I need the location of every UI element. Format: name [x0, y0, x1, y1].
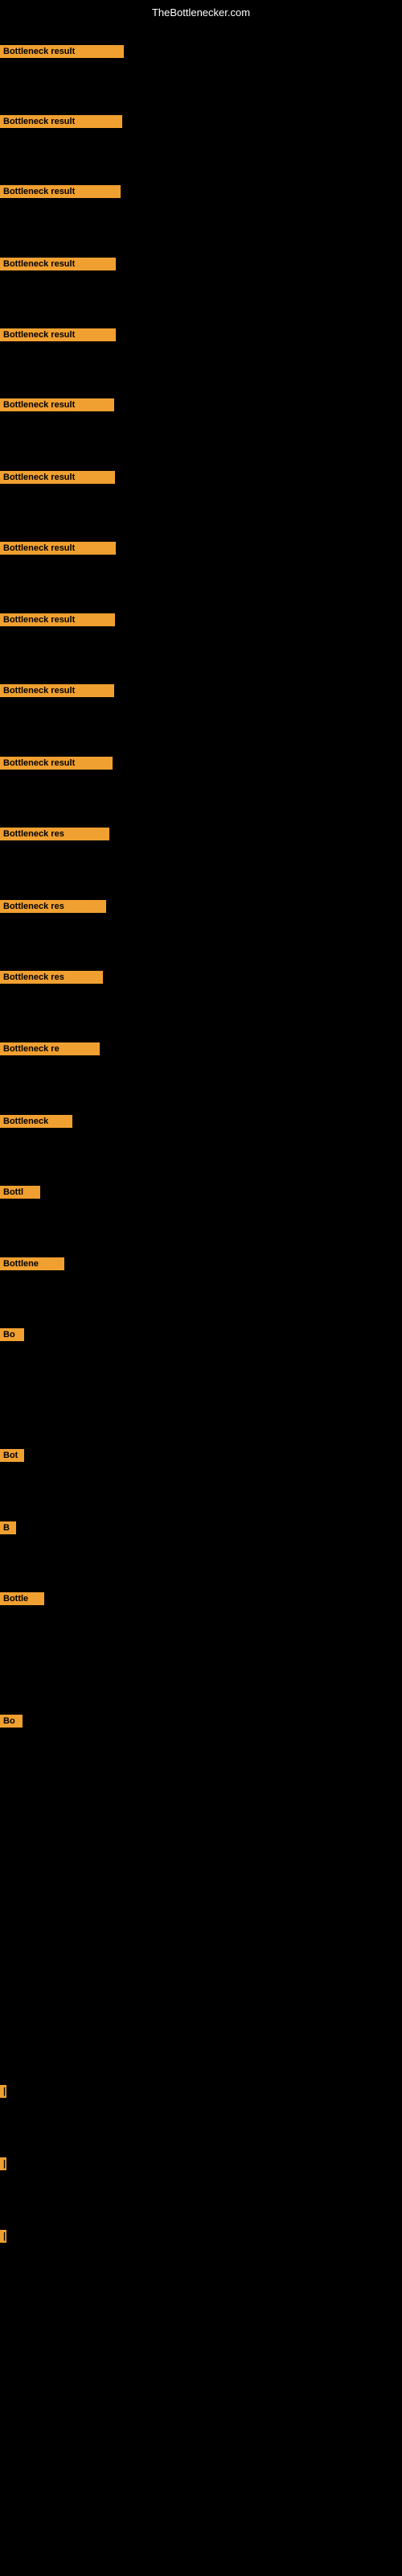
bottleneck-badge-1: Bottleneck result — [0, 45, 124, 58]
bottleneck-badge-14: Bottleneck res — [0, 971, 103, 984]
bottleneck-badge-20: Bot — [0, 1449, 24, 1462]
bottleneck-badge-12: Bottleneck res — [0, 828, 109, 840]
bottleneck-badge-23: Bo — [0, 1715, 23, 1728]
bottleneck-badge-3: Bottleneck result — [0, 185, 121, 198]
bottleneck-badge-10: Bottleneck result — [0, 684, 114, 697]
bottleneck-badge-17: Bottl — [0, 1186, 40, 1199]
bottleneck-badge-4: Bottleneck result — [0, 258, 116, 270]
bottleneck-badge-13: Bottleneck res — [0, 900, 106, 913]
bottleneck-badge-11: Bottleneck result — [0, 757, 113, 770]
bottleneck-badge-25: | — [0, 2157, 6, 2170]
bottleneck-badge-7: Bottleneck result — [0, 471, 115, 484]
bottleneck-badge-2: Bottleneck result — [0, 115, 122, 128]
bottleneck-badge-19: Bo — [0, 1328, 24, 1341]
site-title: TheBottlenecker.com — [152, 6, 250, 19]
bottleneck-badge-24: | — [0, 2085, 6, 2098]
bottleneck-badge-8: Bottleneck result — [0, 542, 116, 555]
bottleneck-badge-16: Bottleneck — [0, 1115, 72, 1128]
bottleneck-badge-15: Bottleneck re — [0, 1042, 100, 1055]
bottleneck-badge-9: Bottleneck result — [0, 613, 115, 626]
bottleneck-badge-21: B — [0, 1521, 16, 1534]
bottleneck-badge-22: Bottle — [0, 1592, 44, 1605]
bottleneck-badge-5: Bottleneck result — [0, 328, 116, 341]
bottleneck-badge-26: | — [0, 2230, 6, 2243]
bottleneck-badge-18: Bottlene — [0, 1257, 64, 1270]
bottleneck-badge-6: Bottleneck result — [0, 398, 114, 411]
